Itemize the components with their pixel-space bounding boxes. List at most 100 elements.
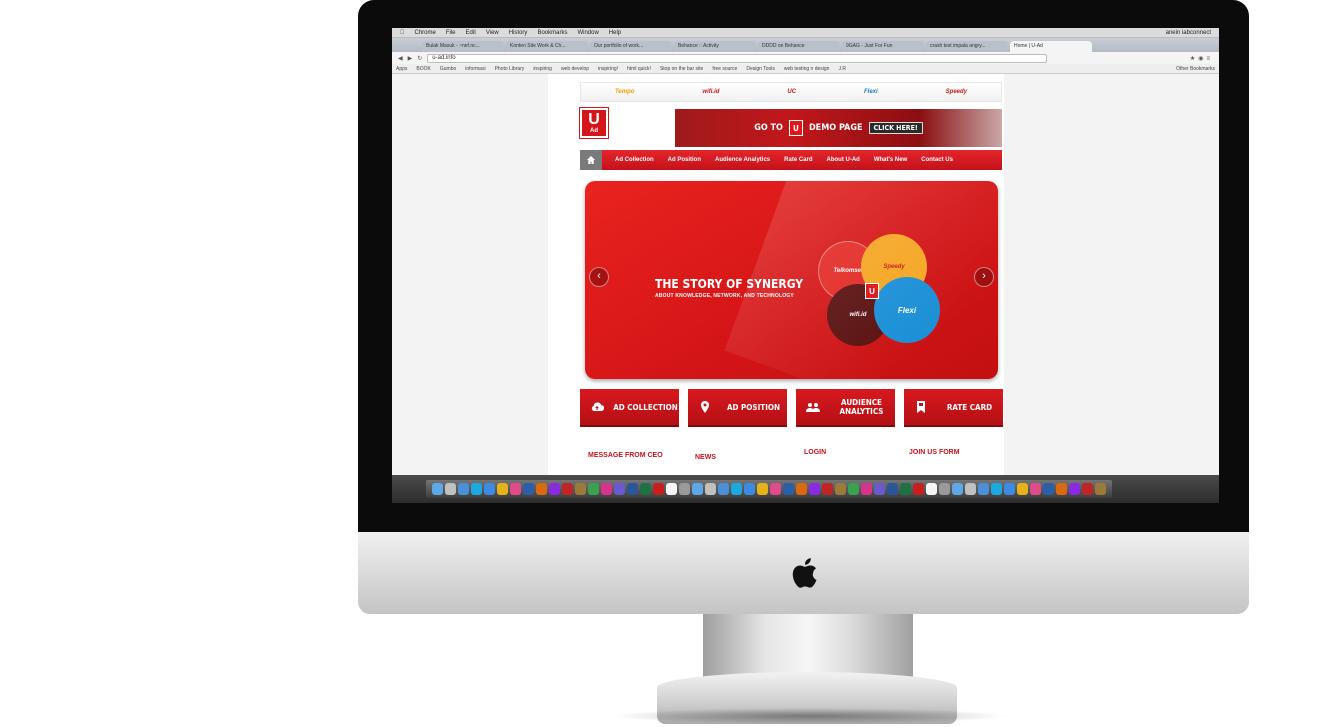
partner-logo[interactable]: Tempo — [615, 89, 634, 95]
nav-item-contact[interactable]: Contact Us — [914, 157, 960, 163]
browser-tab[interactable]: DDDD on Behance — [758, 41, 840, 52]
bookmark-item[interactable]: BOOK — [416, 66, 430, 72]
rate-card-button[interactable]: RATE CARD — [904, 389, 1003, 425]
photoshop-icon[interactable] — [1043, 483, 1054, 495]
reload-icon[interactable]: ↻ — [417, 55, 422, 62]
extension-icons[interactable]: ★◉≡ — [1190, 55, 1213, 62]
browser-tab[interactable]: Behance :: Activity — [674, 41, 756, 52]
photoshop-icon[interactable] — [523, 483, 534, 495]
partner-logo[interactable]: Flexi — [864, 89, 878, 95]
link-news[interactable]: NEWS — [695, 454, 716, 461]
finder-icon[interactable] — [432, 483, 443, 495]
nav-item-whats-new[interactable]: What's New — [867, 157, 914, 163]
skype-icon[interactable] — [471, 483, 482, 495]
menu-window[interactable]: Window — [577, 30, 598, 36]
partner-logo[interactable]: Speedy — [946, 89, 967, 95]
itunes-icon[interactable] — [770, 483, 781, 495]
bookmark-item[interactable]: inspiring — [533, 66, 552, 72]
forward-icon[interactable]: ▶ — [408, 55, 413, 62]
partner-logo[interactable]: wifi.id — [702, 89, 719, 95]
menu-help[interactable]: Help — [609, 30, 621, 36]
demo-banner[interactable]: GO TO U DEMO PAGE CLICK HERE! — [675, 109, 1002, 147]
bridge-icon[interactable] — [575, 483, 586, 495]
bookmark-item[interactable]: web develop — [561, 66, 589, 72]
menu-file[interactable]: File — [446, 30, 456, 36]
browser-tab[interactable]: crash test impala angry... — [926, 41, 1008, 52]
launchpad-icon[interactable] — [965, 483, 976, 495]
fireworks-icon[interactable] — [1082, 483, 1093, 495]
excel-icon[interactable] — [900, 483, 911, 495]
nav-item-about[interactable]: About U-Ad — [820, 157, 867, 163]
illustrator-icon[interactable] — [1056, 483, 1067, 495]
url-input[interactable]: u-ad.info — [427, 53, 1048, 63]
bookmark-item[interactable]: web testing n design — [784, 66, 830, 72]
audience-analytics-button[interactable]: AUDIENCE ANALYTICS — [796, 389, 895, 425]
skype-icon[interactable] — [731, 483, 742, 495]
excel-icon[interactable] — [640, 483, 651, 495]
filezilla-icon[interactable] — [913, 483, 924, 495]
nav-item-ad-position[interactable]: Ad Position — [661, 157, 708, 163]
safari-icon[interactable] — [1004, 483, 1015, 495]
nav-item-ad-collection[interactable]: Ad Collection — [608, 157, 661, 163]
fireworks-icon[interactable] — [562, 483, 573, 495]
click-here-button[interactable]: CLICK HERE! — [868, 122, 923, 134]
trash-icon[interactable] — [679, 483, 690, 495]
finder-icon[interactable] — [952, 483, 963, 495]
finder-icon[interactable] — [692, 483, 703, 495]
dreamweaver-icon[interactable] — [588, 483, 599, 495]
aftereffects-icon[interactable] — [614, 483, 625, 495]
bookmark-item[interactable]: Gumbo — [440, 66, 456, 72]
slider-next-button[interactable]: › — [974, 267, 994, 287]
nav-item-rate-card[interactable]: Rate Card — [777, 157, 819, 163]
bookmark-item[interactable]: html quick! — [627, 66, 651, 72]
menubar-user[interactable]: anein iabconnect — [1166, 30, 1219, 36]
link-login[interactable]: LOGIN — [804, 449, 826, 456]
photoshop-icon[interactable] — [783, 483, 794, 495]
premiere-icon[interactable] — [809, 483, 820, 495]
bookmark-item[interactable]: inspiring! — [598, 66, 618, 72]
chrome-icon[interactable] — [757, 483, 768, 495]
bookmark-item[interactable]: Design Tools — [746, 66, 775, 72]
bookmark-item[interactable]: informasi — [465, 66, 485, 72]
browser-tab[interactable]: 9GAG - Just For Fun — [842, 41, 924, 52]
ad-collection-button[interactable]: AD COLLECTION — [580, 389, 679, 425]
browser-tab[interactable]: Konten Site Work & Ch... — [506, 41, 588, 52]
dreamweaver-icon[interactable] — [848, 483, 859, 495]
premiere-icon[interactable] — [549, 483, 560, 495]
menu-history[interactable]: History — [509, 30, 528, 36]
bookmark-item[interactable]: free source — [712, 66, 737, 72]
back-icon[interactable]: ◀ — [398, 55, 403, 62]
menu-bookmarks[interactable]: Bookmarks — [537, 30, 567, 36]
bookmark-item[interactable]: Stop on the bar site — [660, 66, 703, 72]
uad-logo[interactable]: U Ad — [580, 108, 608, 138]
home-button[interactable] — [580, 150, 602, 170]
premiere-icon[interactable] — [1069, 483, 1080, 495]
safari-icon[interactable] — [744, 483, 755, 495]
illustrator-icon[interactable] — [796, 483, 807, 495]
nav-item-audience-analytics[interactable]: Audience Analytics — [708, 157, 777, 163]
indesign-icon[interactable] — [861, 483, 872, 495]
itunes-icon[interactable] — [1030, 483, 1041, 495]
menu-chrome[interactable]: Chrome — [415, 30, 436, 36]
mail-icon[interactable] — [978, 483, 989, 495]
launchpad-icon[interactable] — [705, 483, 716, 495]
bookmark-item[interactable]: Apps — [396, 66, 407, 72]
word-icon[interactable] — [887, 483, 898, 495]
other-bookmarks[interactable]: Other Bookmarks — [1176, 66, 1219, 72]
safari-icon[interactable] — [484, 483, 495, 495]
skype-icon[interactable] — [991, 483, 1002, 495]
word-icon[interactable] — [627, 483, 638, 495]
apple-menu-icon[interactable]:  — [400, 30, 405, 36]
menu-edit[interactable]: Edit — [466, 30, 476, 36]
fireworks-icon[interactable] — [822, 483, 833, 495]
itunes-icon[interactable] — [510, 483, 521, 495]
mail-icon[interactable] — [458, 483, 469, 495]
browser-tab-active[interactable]: Home | U-Ad — [1010, 41, 1092, 52]
link-message-from-ceo[interactable]: MESSAGE FROM CEO — [588, 452, 663, 459]
chrome-icon[interactable] — [1017, 483, 1028, 495]
browser-tab[interactable]: Bulak Masuk - ~nef.nc... — [422, 41, 504, 52]
trash-icon[interactable] — [939, 483, 950, 495]
browser-tab[interactable]: Our portfolio of work... — [590, 41, 672, 52]
bookmark-item[interactable]: Photo Library — [495, 66, 525, 72]
mail-icon[interactable] — [718, 483, 729, 495]
